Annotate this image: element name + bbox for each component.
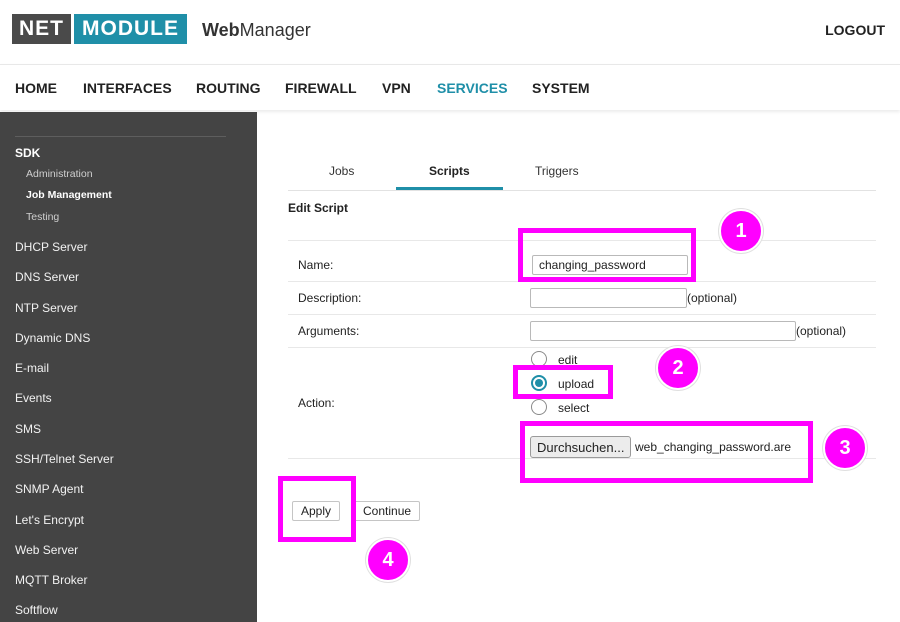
- highlight-apply-button: [278, 476, 356, 542]
- sidebar-item-email[interactable]: E-mail: [15, 361, 49, 375]
- step-badge-1: 1: [719, 209, 763, 253]
- logout-link[interactable]: LOGOUT: [825, 22, 885, 38]
- highlight-upload-option: [513, 365, 613, 399]
- nav-routing[interactable]: ROUTING: [196, 80, 261, 96]
- sidebar-item-mqtt-broker[interactable]: MQTT Broker: [15, 573, 87, 587]
- header: NET MODULE WebManager LOGOUT: [0, 0, 900, 64]
- radio-select[interactable]: [531, 399, 547, 415]
- sidebar-item-ntp-server[interactable]: NTP Server: [15, 301, 77, 315]
- form-title: Edit Script: [288, 201, 349, 215]
- app-name-bold: Web: [202, 20, 240, 40]
- app-name-rest: Manager: [239, 20, 311, 40]
- tab-scripts[interactable]: Scripts: [429, 164, 470, 178]
- arguments-input[interactable]: [530, 321, 796, 341]
- highlight-file-chooser: [520, 421, 813, 483]
- sidebar-item-softflow[interactable]: Softflow: [15, 603, 58, 617]
- sidebar-item-events[interactable]: Events: [15, 391, 52, 405]
- sidebar-divider: [15, 136, 226, 137]
- description-label: Description:: [298, 291, 362, 305]
- step-badge-4: 4: [366, 538, 410, 582]
- radio-select-label: select: [558, 401, 590, 415]
- tab-jobs[interactable]: Jobs: [329, 164, 354, 178]
- row-divider: [288, 314, 876, 315]
- sidebar-item-dynamic-dns[interactable]: Dynamic DNS: [15, 331, 90, 345]
- nav-system[interactable]: SYSTEM: [532, 80, 590, 96]
- name-label: Name:: [298, 258, 334, 272]
- sidebar-item-lets-encrypt[interactable]: Let's Encrypt: [15, 513, 84, 527]
- sidebar-item-dhcp-server[interactable]: DHCP Server: [15, 240, 87, 254]
- description-optional-hint: (optional): [687, 291, 738, 305]
- sidebar-item-sms[interactable]: SMS: [15, 422, 41, 436]
- active-tab-indicator: [396, 187, 503, 190]
- continue-button[interactable]: Continue: [354, 501, 421, 521]
- step-badge-3: 3: [823, 426, 867, 470]
- nav-interfaces[interactable]: INTERFACES: [83, 80, 172, 96]
- action-label: Action:: [298, 396, 335, 410]
- highlight-name-field: [518, 228, 696, 282]
- nav-firewall[interactable]: FIREWALL: [285, 80, 357, 96]
- nav-vpn[interactable]: VPN: [382, 80, 411, 96]
- description-input[interactable]: [530, 288, 687, 308]
- sidebar-item-snmp-agent[interactable]: SNMP Agent: [15, 482, 83, 496]
- sidebar-sub-job-management[interactable]: Job Management: [26, 189, 112, 201]
- tab-triggers[interactable]: Triggers: [535, 164, 579, 178]
- row-divider: [288, 347, 876, 348]
- nav-home[interactable]: HOME: [15, 80, 57, 96]
- sidebar-section-sdk[interactable]: SDK: [15, 146, 40, 160]
- arguments-optional-hint: (optional): [796, 324, 847, 338]
- main-nav: HOME INTERFACES ROUTING FIREWALL VPN SER…: [0, 64, 900, 110]
- sidebar-item-web-server[interactable]: Web Server: [15, 543, 78, 557]
- sidebar: SDK Administration Job Management Testin…: [0, 112, 257, 622]
- arguments-label: Arguments:: [298, 324, 360, 338]
- step-badge-2: 2: [656, 346, 700, 390]
- sidebar-sub-administration[interactable]: Administration: [26, 168, 93, 180]
- app-name: WebManager: [202, 20, 311, 41]
- netmodule-logo[interactable]: NET MODULE: [12, 14, 187, 44]
- sidebar-sub-testing[interactable]: Testing: [26, 211, 59, 223]
- nav-services[interactable]: SERVICES: [437, 80, 508, 96]
- logo-net: NET: [12, 14, 71, 44]
- sidebar-item-ssh-telnet-server[interactable]: SSH/Telnet Server: [15, 452, 114, 466]
- logo-module: MODULE: [74, 14, 187, 44]
- tabs-divider: [288, 190, 876, 191]
- sidebar-item-dns-server[interactable]: DNS Server: [15, 270, 79, 284]
